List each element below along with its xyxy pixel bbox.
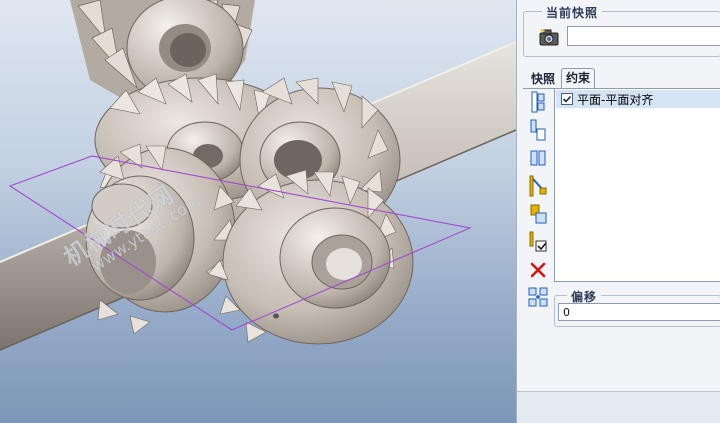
- list-item[interactable]: 平面-平面对齐: [556, 90, 720, 108]
- gear-assembly-render[interactable]: [0, 0, 516, 423]
- constraint-panel: 当前快照 快照 约束 平面-平面对齐 偏移 0: [516, 0, 720, 423]
- tab-snapshot[interactable]: 快照: [527, 70, 559, 90]
- 3d-viewport[interactable]: 机械时代网 www.ytaac.com: [0, 0, 516, 423]
- pick-point-icon[interactable]: [524, 173, 552, 199]
- mate-offset-icon[interactable]: [524, 117, 552, 143]
- checkmark-icon: [562, 95, 572, 103]
- snapshot-name-input[interactable]: [567, 26, 720, 46]
- align-edges-icon[interactable]: [524, 89, 552, 115]
- tab-constraints[interactable]: 约束: [561, 68, 596, 88]
- snapshot-group-title: 当前快照: [542, 4, 603, 21]
- confirm-check-icon[interactable]: [524, 229, 552, 255]
- orient-components-icon[interactable]: [524, 201, 552, 227]
- offset-arrows-icon[interactable]: [526, 285, 550, 309]
- constraint-list[interactable]: 平面-平面对齐: [554, 88, 720, 282]
- camera-icon[interactable]: [538, 27, 560, 47]
- constraint-checkbox[interactable]: [561, 93, 573, 105]
- delete-x-icon[interactable]: [524, 257, 552, 283]
- parallel-planes-icon[interactable]: [524, 145, 552, 171]
- constraint-panel-body: 当前快照 快照 约束 平面-平面对齐 偏移 0: [517, 0, 720, 392]
- offset-value-input[interactable]: [558, 303, 720, 321]
- constraint-label: 平面-平面对齐: [577, 92, 654, 107]
